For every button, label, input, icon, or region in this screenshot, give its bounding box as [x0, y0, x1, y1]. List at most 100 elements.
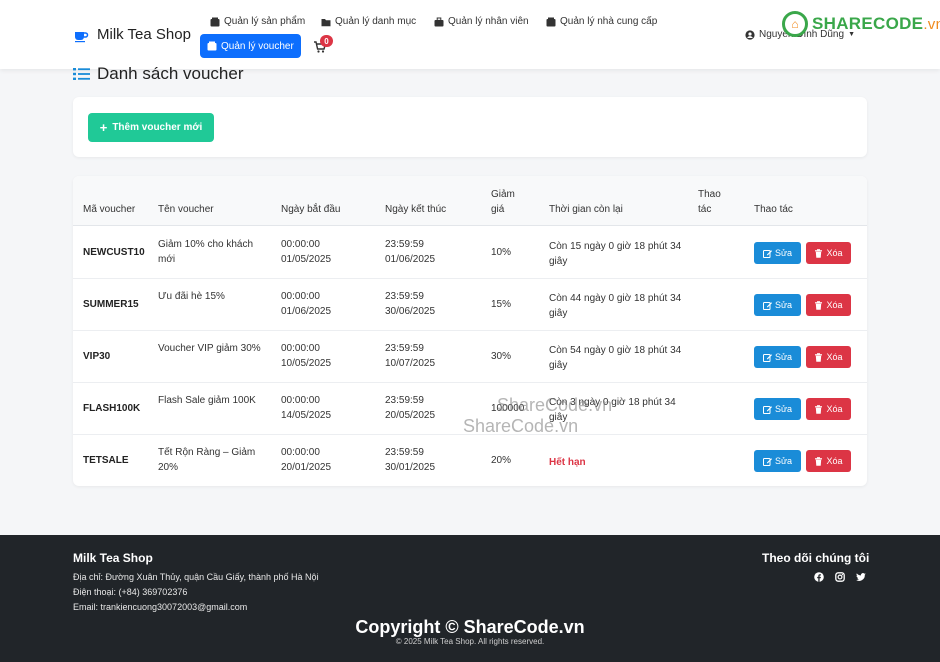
- delete-label: Xóa: [826, 456, 843, 466]
- remaining-time-line1: Còn 15 ngày 0 giờ 18 phút 34: [549, 241, 682, 252]
- start-date: 14/05/2025: [281, 410, 332, 421]
- edit-icon: [762, 301, 772, 310]
- nav-vouchers[interactable]: Quản lý voucher: [200, 34, 301, 58]
- start-time: 00:00:00: [281, 447, 320, 458]
- sharecode-logo-icon: ⌂: [782, 11, 808, 37]
- discount-value: 100000: [491, 403, 525, 414]
- end-date: 10/07/2025: [385, 358, 436, 369]
- edit-button[interactable]: Sửa: [754, 450, 801, 472]
- nav-employees[interactable]: Quản lý nhân viên: [434, 16, 529, 27]
- col-end-header: Ngày kết thúc: [385, 204, 447, 215]
- col-action-a-header-line1: Thao: [698, 189, 721, 200]
- nav-categories[interactable]: Quản lý danh mục: [321, 16, 416, 27]
- edit-label: Sửa: [774, 248, 793, 258]
- delete-button[interactable]: Xóa: [806, 242, 851, 264]
- edit-label: Sửa: [774, 352, 793, 362]
- briefcase-icon: [434, 17, 444, 26]
- end-time: 23:59:59: [385, 447, 424, 458]
- end-time: 23:59:59: [385, 343, 424, 354]
- voucher-name-line1: Giảm 10% cho khách: [158, 239, 254, 250]
- box-icon: [207, 41, 217, 51]
- voucher-name-line1: Flash Sale giảm 100K: [158, 395, 256, 406]
- box-icon: [210, 17, 220, 26]
- discount-value: 15%: [491, 299, 512, 310]
- voucher-name-line2: mới: [158, 254, 176, 265]
- sharecode-logo-text: SHARECODE.vn: [812, 14, 940, 33]
- end-time: 23:59:59: [385, 291, 424, 302]
- start-time: 00:00:00: [281, 395, 320, 406]
- edit-button[interactable]: Sửa: [754, 242, 801, 264]
- nav-employees-label: Quản lý nhân viên: [448, 16, 529, 27]
- edit-icon: [762, 405, 772, 414]
- instagram-icon[interactable]: [835, 572, 845, 582]
- remaining-time-line1: Hết hạn: [549, 457, 586, 468]
- add-voucher-button[interactable]: + Thêm voucher mới: [88, 113, 214, 142]
- table-header: Mã voucher Tên voucher Ngày bắt đầu Ngày…: [73, 176, 867, 226]
- delete-label: Xóa: [826, 404, 843, 414]
- page-title: Danh sách voucher: [73, 64, 243, 84]
- box-icon: [546, 17, 556, 26]
- remaining-time-line2: giây: [549, 360, 568, 371]
- table-row: FLASH100K Flash Sale giảm 100K 00:00:00 14/…: [73, 383, 867, 435]
- edit-button[interactable]: Sửa: [754, 294, 801, 316]
- brand[interactable]: Milk Tea Shop: [73, 26, 191, 43]
- footer-phone: Điện thoại: (+84) 369702376: [73, 587, 188, 597]
- edit-button[interactable]: Sửa: [754, 398, 801, 420]
- trash-icon: [815, 404, 823, 414]
- end-time: 23:59:59: [385, 395, 424, 406]
- nav-products[interactable]: Quản lý sản phẩm: [210, 16, 305, 27]
- voucher-name-line1: Tết Rộn Ràng – Giảm: [158, 447, 256, 458]
- edit-button[interactable]: Sửa: [754, 346, 801, 368]
- nav-categories-label: Quản lý danh mục: [335, 16, 417, 27]
- voucher-table: Mã voucher Tên voucher Ngày bắt đầu Ngày…: [73, 176, 867, 486]
- add-voucher-card: + Thêm voucher mới: [73, 97, 867, 157]
- remaining-time-line1: Còn 44 ngày 0 giờ 18 phút 34: [549, 293, 682, 304]
- delete-button[interactable]: Xóa: [806, 398, 851, 420]
- col-code-header: Mã voucher: [83, 204, 136, 215]
- voucher-code: SUMMER15: [83, 299, 139, 310]
- end-time: 23:59:59: [385, 239, 424, 250]
- col-discount-header-line1: Giảm: [491, 189, 515, 200]
- remaining-time-line2: giây: [549, 412, 568, 423]
- footer-title: Milk Tea Shop: [73, 551, 153, 565]
- start-time: 00:00:00: [281, 239, 320, 250]
- footer-copyright: © 2025 Milk Tea Shop. All rights reserve…: [395, 637, 545, 646]
- col-action-b-header: Thao tác: [754, 204, 793, 215]
- facebook-icon[interactable]: [814, 572, 824, 582]
- voucher-name-line1: Voucher VIP giảm 30%: [158, 343, 261, 354]
- start-date: 01/06/2025: [281, 306, 332, 317]
- watermark-copyright: Copyright © ShareCode.vn: [355, 617, 585, 637]
- nav-suppliers-label: Quản lý nhà cung cấp: [560, 16, 658, 27]
- list-icon: [73, 68, 90, 80]
- voucher-code: TETSALE: [83, 455, 129, 466]
- nav-products-label: Quản lý sản phẩm: [224, 16, 306, 27]
- end-date: 20/05/2025: [385, 410, 436, 421]
- delete-button[interactable]: Xóa: [806, 346, 851, 368]
- edit-label: Sửa: [774, 300, 793, 310]
- page-title-text: Danh sách voucher: [97, 64, 244, 83]
- voucher-code: FLASH100K: [83, 403, 141, 414]
- nav-suppliers[interactable]: Quản lý nhà cung cấp: [546, 16, 657, 27]
- edit-label: Sửa: [774, 404, 793, 414]
- twitter-icon[interactable]: [856, 572, 866, 582]
- remaining-time-line1: Còn 54 ngày 0 giờ 18 phút 34: [549, 345, 682, 356]
- delete-button[interactable]: Xóa: [806, 294, 851, 316]
- end-date: 30/06/2025: [385, 306, 436, 317]
- nav-vouchers-label: Quản lý voucher: [221, 40, 294, 52]
- voucher-code: VIP30: [83, 351, 111, 362]
- folder-icon: [321, 18, 331, 26]
- edit-icon: [762, 249, 772, 258]
- remaining-time-line2: giây: [549, 308, 568, 319]
- delete-label: Xóa: [826, 248, 843, 258]
- edit-label: Sửa: [774, 456, 793, 466]
- footer-follow-title: Theo dõi chúng tôi: [762, 551, 870, 565]
- remaining-time-line1: Còn 3 ngày 0 giờ 18 phút 34: [549, 397, 676, 408]
- col-discount-header-line2: giá: [491, 204, 505, 215]
- plus-icon: +: [99, 119, 108, 135]
- trash-icon: [815, 352, 823, 362]
- edit-icon: [762, 353, 772, 362]
- delete-button[interactable]: Xóa: [806, 450, 851, 472]
- edit-icon: [762, 457, 772, 466]
- start-date: 01/05/2025: [281, 254, 332, 265]
- remaining-time-line2: giây: [549, 256, 568, 267]
